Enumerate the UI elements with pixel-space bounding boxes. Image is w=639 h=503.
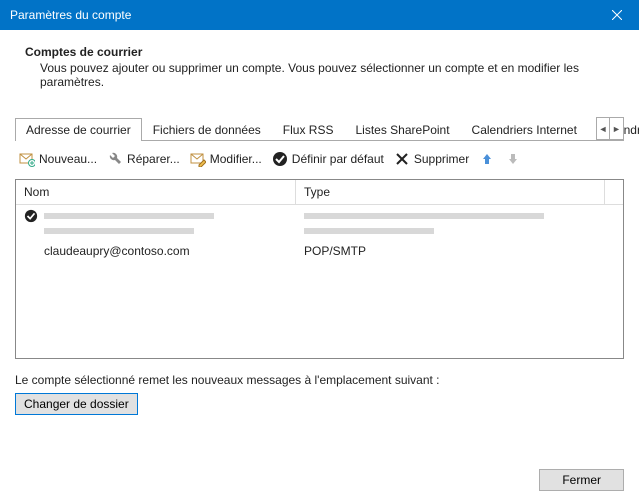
move-up-button[interactable]	[477, 149, 497, 169]
check-circle-icon	[272, 151, 288, 167]
delete-icon	[394, 151, 410, 167]
accounts-toolbar: Nouveau... Réparer... Modifier... Défini…	[15, 141, 624, 179]
account-name: claudeaupry@contoso.com	[16, 244, 296, 258]
account-row-redacted[interactable]	[16, 208, 623, 224]
tab-rss[interactable]: Flux RSS	[272, 118, 345, 141]
tab-email-address[interactable]: Adresse de courrier	[15, 118, 142, 141]
redacted-name-sub	[44, 228, 194, 234]
mail-new-icon	[19, 151, 35, 167]
modify-icon	[190, 151, 206, 167]
repair-account-label: Réparer...	[127, 152, 180, 166]
repair-account-button[interactable]: Réparer...	[105, 149, 182, 169]
tabs-scroll-left[interactable]: ◄	[597, 118, 610, 139]
account-type: POP/SMTP	[296, 244, 623, 258]
window-close-button[interactable]	[594, 0, 639, 30]
tab-sharepoint[interactable]: Listes SharePoint	[344, 118, 460, 141]
column-header-type[interactable]: Type	[296, 180, 605, 205]
new-account-button[interactable]: Nouveau...	[17, 149, 99, 169]
arrow-down-icon	[505, 151, 521, 167]
move-down-button[interactable]	[503, 149, 523, 169]
window-titlebar: Paramètres du compte	[0, 0, 639, 30]
arrow-up-icon	[479, 151, 495, 167]
account-row-contoso[interactable]: claudeaupry@contoso.com POP/SMTP	[16, 240, 623, 262]
tabs-scroll-nav: ◄ ►	[596, 117, 624, 140]
default-check-icon	[24, 209, 38, 223]
redacted-type	[304, 213, 544, 219]
column-header-name[interactable]: Nom	[16, 180, 296, 205]
redacted-type-sub	[304, 228, 434, 234]
section-title: Comptes de courrier	[25, 45, 624, 59]
column-header-spacer	[605, 180, 623, 205]
tabs-bar: Adresse de courrier Fichiers de données …	[15, 117, 624, 141]
redacted-name	[44, 213, 214, 219]
accounts-list-header: Nom Type	[16, 180, 623, 205]
new-account-label: Nouveau...	[39, 152, 97, 166]
accounts-list: Nom Type claudeaupry@contoso.com POP/SMT…	[15, 179, 624, 359]
section-description: Vous pouvez ajouter ou supprimer un comp…	[40, 61, 624, 89]
set-default-label: Définir par défaut	[292, 152, 384, 166]
repair-icon	[107, 151, 123, 167]
tab-internet-calendars[interactable]: Calendriers Internet	[461, 118, 588, 141]
modify-account-label: Modifier...	[210, 152, 262, 166]
modify-account-button[interactable]: Modifier...	[188, 149, 264, 169]
close-button[interactable]: Fermer	[539, 469, 624, 491]
set-default-button[interactable]: Définir par défaut	[270, 149, 386, 169]
delete-account-button[interactable]: Supprimer	[392, 149, 471, 169]
tabs-scroll-right[interactable]: ►	[610, 118, 623, 139]
delete-account-label: Supprimer	[414, 152, 469, 166]
change-folder-button[interactable]: Changer de dossier	[15, 393, 138, 415]
account-row-redacted-sub	[16, 224, 623, 238]
delivery-location-text: Le compte sélectionné remet les nouveaux…	[15, 373, 624, 387]
window-title: Paramètres du compte	[10, 8, 594, 22]
tab-data-files[interactable]: Fichiers de données	[142, 118, 272, 141]
close-icon	[612, 10, 622, 20]
